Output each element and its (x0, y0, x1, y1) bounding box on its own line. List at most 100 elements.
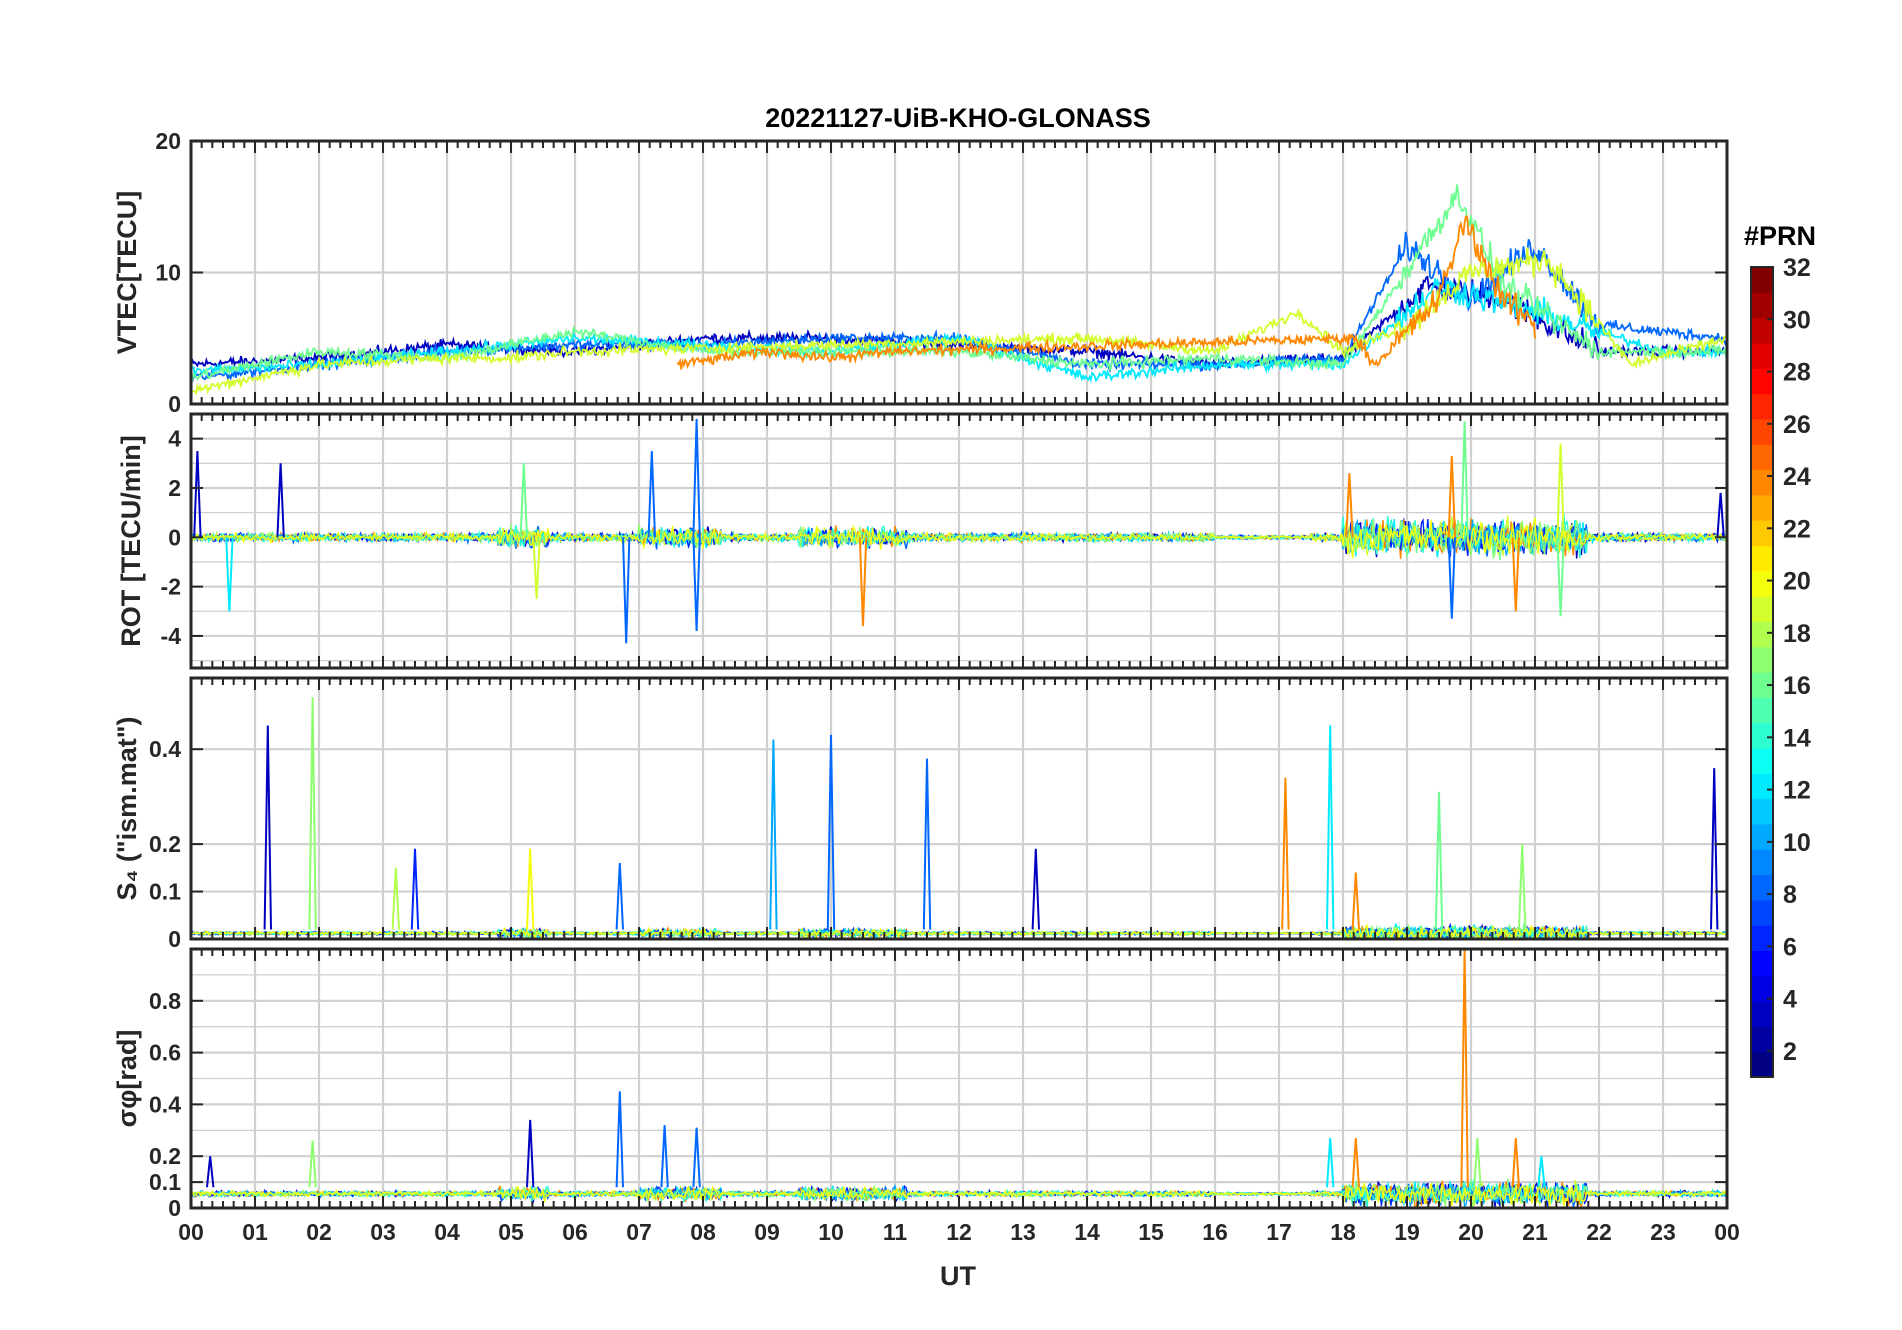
colorbar-tick-label: 14 (1783, 724, 1811, 752)
y-axis-label: σφ[rad] (112, 1030, 142, 1128)
colorbar-tick-label: 8 (1783, 881, 1797, 909)
x-tick-label: 22 (1586, 1219, 1612, 1245)
colorbar-segment (1751, 950, 1773, 977)
x-tick-label: 01 (242, 1219, 268, 1245)
y-axis-label: ROT [TECU/min] (116, 435, 146, 646)
x-tick-label: 19 (1394, 1219, 1420, 1245)
x-tick-label: 15 (1138, 1219, 1164, 1245)
colorbar-segment (1751, 520, 1773, 547)
y-tick-label: 0.2 (149, 1143, 181, 1169)
colorbar-segment (1751, 596, 1773, 622)
colorbar-segment (1751, 722, 1773, 749)
colorbar-segment (1751, 1026, 1773, 1053)
colorbar-tick-label: 32 (1783, 254, 1811, 282)
colorbar-tick-label: 10 (1783, 829, 1811, 857)
x-tick-label: 08 (690, 1219, 716, 1245)
colorbar-tick-label: 18 (1783, 620, 1811, 648)
colorbar-segment (1751, 621, 1773, 648)
colorbar-segment (1751, 292, 1773, 319)
colorbar-tick-label: 28 (1783, 359, 1811, 387)
colorbar-segment (1751, 267, 1773, 293)
x-tick-label: 09 (754, 1219, 780, 1245)
y-tick-label: 4 (168, 426, 181, 452)
colorbar-tick-label: 30 (1783, 306, 1811, 334)
y-tick-label: 0 (168, 524, 181, 550)
x-tick-label: 13 (1010, 1219, 1036, 1245)
colorbar-tick-label: 24 (1783, 463, 1811, 491)
colorbar-segment (1751, 570, 1773, 597)
y-tick-label: 0 (168, 1195, 181, 1221)
panel-sigma_phi: 00.10.2 0.4 0.6 0.8 σφ[rad] (112, 947, 1729, 1221)
colorbar-tick-label: 12 (1783, 777, 1811, 805)
x-tick-label: 03 (370, 1219, 396, 1245)
x-tick-label: 07 (626, 1219, 652, 1245)
x-axis-label: UT (940, 1261, 976, 1291)
y-tick-label: 10 (155, 260, 181, 286)
colorbar-segment (1751, 545, 1773, 572)
y-tick-label: 2 (168, 475, 181, 501)
y-tick-label: 0 (168, 391, 181, 417)
x-tick-label: 16 (1202, 1219, 1228, 1245)
colorbar-segment (1751, 444, 1773, 471)
x-tick-label: 23 (1650, 1219, 1676, 1245)
y-tick-label: 0.4 (149, 1091, 181, 1117)
x-tick-label: 00 (178, 1219, 204, 1245)
colorbar-segment (1751, 773, 1773, 800)
colorbar-tick-label: 2 (1783, 1038, 1797, 1066)
x-tick-label: 14 (1074, 1219, 1100, 1245)
x-tick-label: 21 (1522, 1219, 1548, 1245)
panel-s4: 0 0.1 0.2 0.4 S₄ ("ism.mat") (112, 676, 1729, 952)
colorbar-tick-label: 16 (1783, 672, 1811, 700)
panels: 01020VTEC[TECU]-4-2024ROT [TECU/min]00.1… (112, 128, 1729, 1221)
x-tick-label: 06 (562, 1219, 588, 1245)
colorbar-segment (1751, 823, 1773, 850)
colorbar-segment (1751, 418, 1773, 445)
colorbar-label: #PRN (1744, 221, 1816, 251)
colorbar-segment (1751, 393, 1773, 420)
y-tick-label: 0.4 (149, 736, 181, 762)
y-tick-label: 0.1 (149, 1169, 181, 1195)
panel-vtec: 0 10 20 VTEC[TECU] (112, 128, 1729, 417)
y-axis-label: S₄ ("ism.mat") (112, 716, 142, 900)
x-tick-label: 00 (1714, 1219, 1740, 1245)
colorbar-segment (1751, 494, 1773, 521)
y-tick-label: 0.1 (149, 879, 181, 905)
y-tick-label: -2 (161, 574, 181, 600)
x-tick-label: 11 (883, 1219, 908, 1245)
colorbar-segment (1751, 317, 1773, 344)
colorbar-tick-label: 26 (1783, 411, 1811, 439)
y-tick-label: 0 (168, 926, 181, 952)
y-tick-label: 0.8 (149, 988, 181, 1014)
colorbar-segment (1751, 899, 1773, 926)
colorbar-segment (1751, 1001, 1773, 1027)
y-tick-label: 0.6 (149, 1040, 181, 1066)
colorbar-segment (1751, 747, 1773, 774)
colorbar: #PRN 2468101214161820222426283032 (1744, 221, 1816, 1078)
x-tick-label: 18 (1330, 1219, 1356, 1245)
y-tick-label: -4 (161, 623, 182, 649)
x-tick-label: 12 (946, 1219, 972, 1245)
colorbar-tick-label: 6 (1783, 933, 1797, 961)
x-tick-label: 05 (498, 1219, 524, 1245)
x-tick-label: 17 (1266, 1219, 1292, 1245)
y-axis-label: VTEC[TECU] (112, 191, 142, 355)
x-tick-label: 02 (306, 1219, 332, 1245)
x-tick-label: 04 (434, 1219, 460, 1245)
colorbar-segment (1751, 798, 1773, 825)
colorbar-segment (1751, 849, 1773, 876)
colorbar-segment (1751, 646, 1773, 673)
y-tick-label: 0.2 (149, 831, 181, 857)
colorbar-segment (1751, 1051, 1773, 1078)
x-tick-label: 10 (818, 1219, 844, 1245)
y-tick-label: 20 (155, 128, 181, 154)
panel-rot: -4 -2 0 2 4 ROT [TECU/min] (116, 412, 1729, 670)
colorbar-tick-label: 22 (1783, 515, 1811, 543)
colorbar-segment (1751, 469, 1773, 496)
colorbar-segment (1751, 697, 1773, 724)
chart-title: 20221127-UiB-KHO-GLONASS (765, 103, 1151, 133)
colorbar-tick-label: 20 (1783, 568, 1811, 596)
colorbar-segment (1751, 874, 1773, 901)
colorbar-tick-label: 4 (1783, 986, 1797, 1014)
x-axis: UT 00 01 02 03 04 05 06 07 08 09 10 11 12 13 14 15 16 17 1… (178, 1219, 1740, 1291)
figure: 20221127-UiB-KHO-GLONASS 01020VTEC[TECU]… (112, 103, 1816, 1291)
